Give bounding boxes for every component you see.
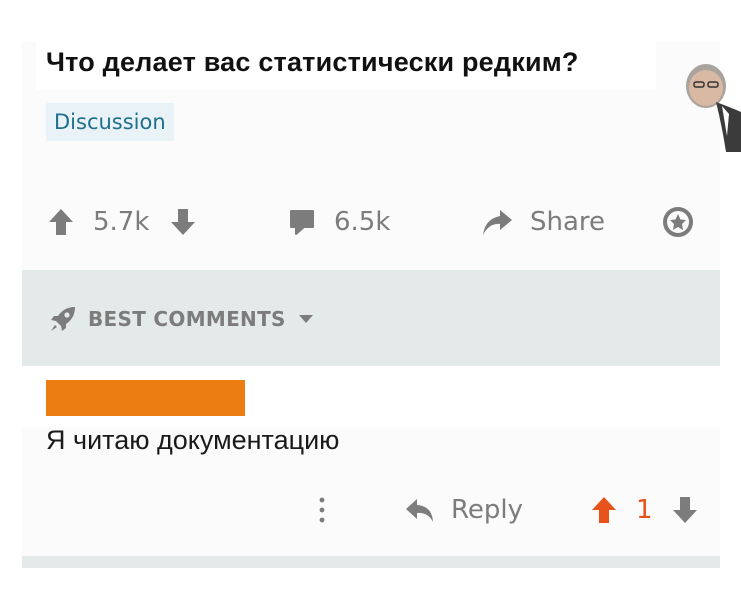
sort-dropdown[interactable]: BEST COMMENTS (48, 304, 314, 334)
share-label: Share (530, 207, 606, 237)
post-vote-group: 5.7k (47, 200, 197, 244)
comment-bubble-icon (288, 207, 316, 237)
chevron-down-icon (298, 313, 314, 325)
award-icon (662, 206, 694, 238)
sort-label: BEST COMMENTS (88, 307, 286, 331)
downvote-icon[interactable] (671, 495, 699, 525)
upvote-active-icon[interactable] (590, 495, 618, 525)
reply-arrow-icon (404, 496, 436, 524)
comment-body: Я читаю документацию (46, 425, 340, 455)
share-button[interactable]: Share (480, 200, 605, 244)
downvote-icon[interactable] (169, 207, 197, 237)
more-vertical-icon (314, 495, 330, 525)
comment-divider (22, 556, 720, 568)
meme-screenshot: Что делает вас статистически редким? Dis… (0, 0, 741, 599)
redacted-username (46, 380, 245, 416)
share-arrow-icon (480, 207, 514, 237)
reply-button[interactable]: Reply (404, 490, 523, 530)
rocket-icon (48, 304, 78, 334)
comment-count: 6.5k (334, 207, 391, 237)
reply-label: Reply (451, 495, 524, 525)
award-button[interactable] (662, 200, 694, 244)
flair-badge[interactable]: Discussion (46, 103, 174, 141)
comment-score: 1 (636, 495, 653, 525)
upvote-icon[interactable] (47, 207, 75, 237)
comment-vote-group: 1 (590, 490, 699, 530)
more-options-button[interactable] (314, 490, 330, 530)
comments-button[interactable]: 6.5k (288, 200, 390, 244)
upvote-count: 5.7k (93, 207, 150, 237)
person-avatar-image (686, 64, 741, 152)
post-title[interactable]: Что делает вас статистически редким? (46, 47, 579, 78)
